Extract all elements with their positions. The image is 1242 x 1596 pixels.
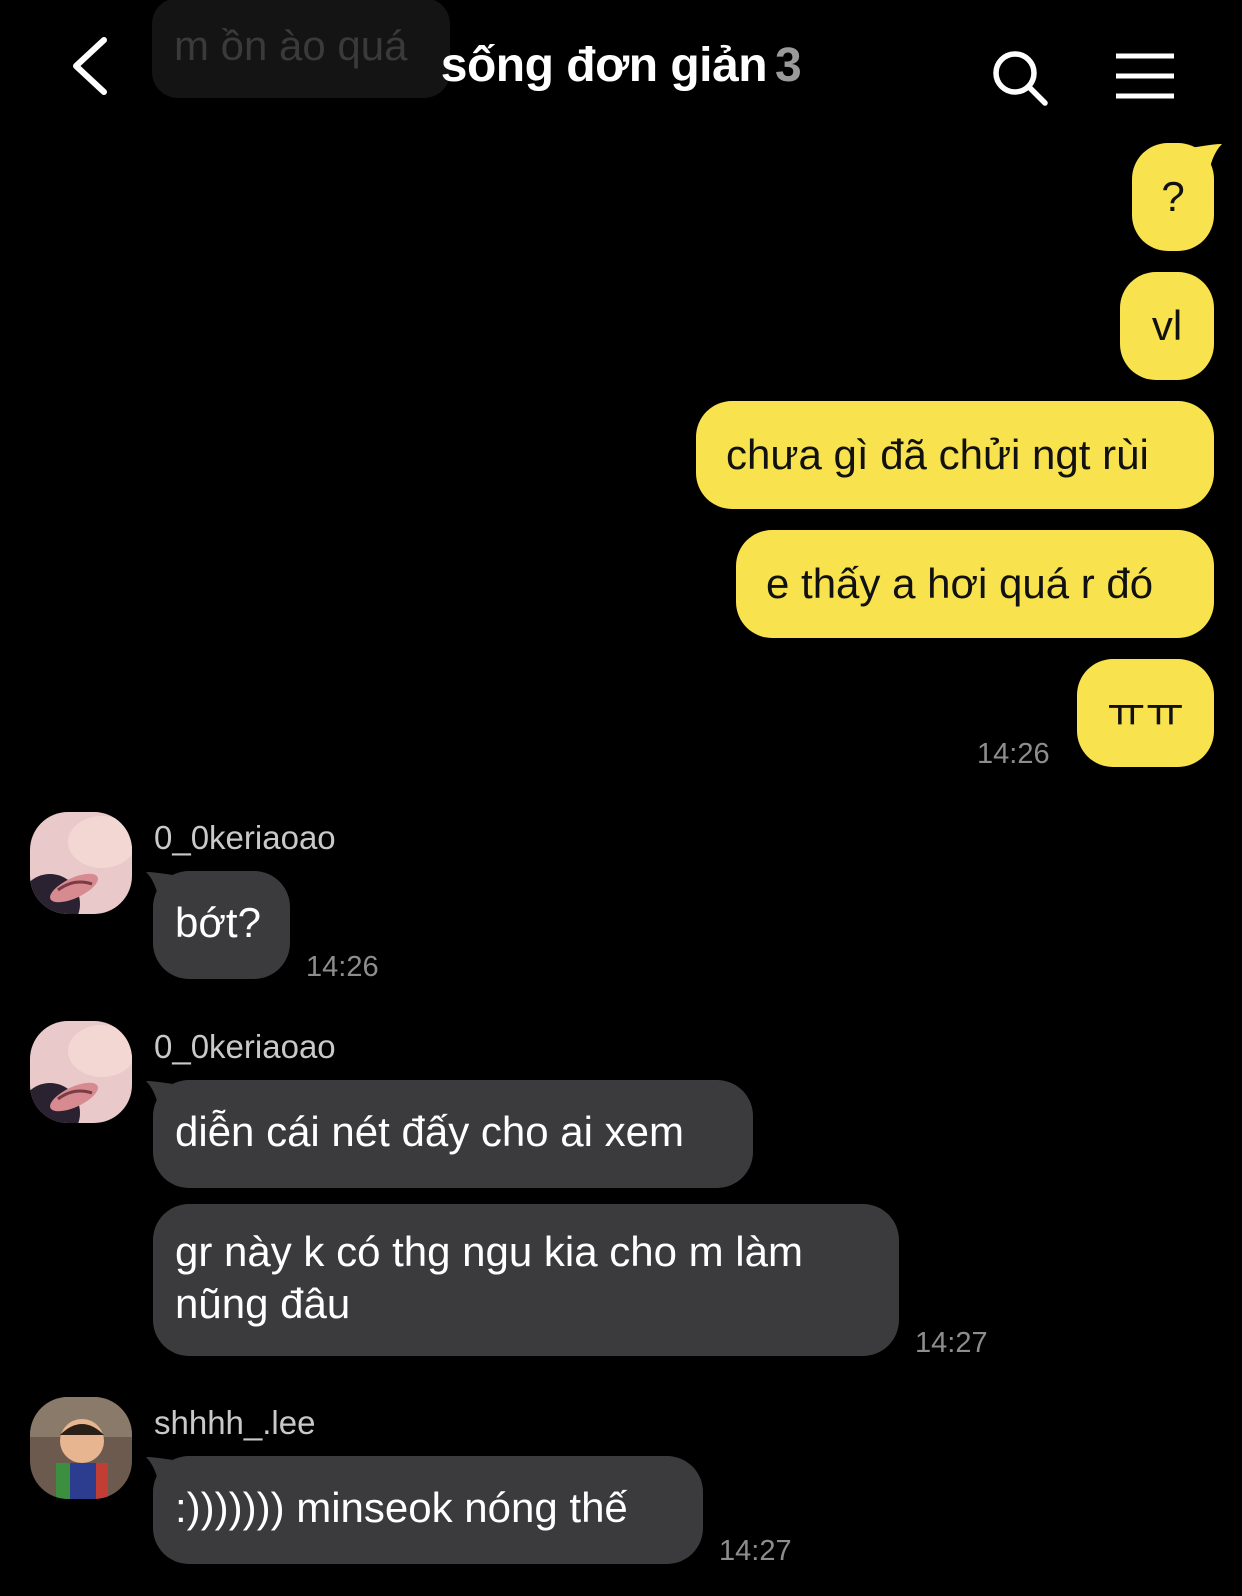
avatar-image [30, 812, 132, 914]
hamburger-menu-icon [1116, 53, 1174, 99]
my-message-bubble[interactable]: ? [1132, 143, 1214, 251]
sender-username[interactable]: shhhh_.lee [154, 1404, 315, 1442]
member-count: 3 [775, 39, 802, 92]
chat-name: sống đơn giản [440, 39, 768, 92]
sender-username[interactable]: 0_0keriaoao [154, 819, 336, 857]
avatar[interactable] [30, 1021, 132, 1123]
message-text: vl [1151, 302, 1183, 349]
search-icon [993, 51, 1048, 106]
chat-header: sống đơn giản 3 [0, 0, 1242, 140]
their-message-bubble[interactable]: diễn cái nét đấy cho ai xem [153, 1080, 753, 1188]
message-text-line: nũng đâu [175, 1280, 351, 1327]
search-button[interactable] [990, 48, 1050, 108]
message-timestamp: 14:27 [719, 1535, 792, 1567]
chat-screen: m ồn ào quá sống đơn giản 3 ? vl chưa gì… [0, 0, 1242, 1596]
message-text: diễn cái nét đấy cho ai xem [175, 1108, 684, 1155]
my-message-bubble[interactable]: chưa gì đã chửi ngt rùi [696, 401, 1214, 509]
message-text: chưa gì đã chửi ngt rùi [726, 431, 1149, 478]
my-message-bubble[interactable]: e thấy a hơi quá r đó [736, 530, 1214, 638]
avatar-image [30, 1397, 132, 1499]
message-timestamp: 14:27 [915, 1327, 988, 1359]
avatar[interactable] [30, 1397, 132, 1499]
message-text: bớt? [175, 899, 261, 946]
chat-title: sống đơn giản 3 [0, 38, 1242, 93]
message-text: ? [1161, 173, 1185, 220]
message-text: e thấy a hơi quá r đó [766, 560, 1154, 607]
my-message-bubble[interactable]: ㅠㅠ [1077, 659, 1214, 767]
their-message-bubble[interactable]: gr này k có thg ngu kia cho m làm nũng đ… [153, 1204, 899, 1356]
my-message-bubble[interactable]: vl [1120, 272, 1214, 380]
menu-button[interactable] [1114, 52, 1176, 100]
message-timestamp: 14:26 [306, 951, 379, 983]
sender-username[interactable]: 0_0keriaoao [154, 1028, 336, 1066]
avatar-image [30, 1021, 132, 1123]
message-timestamp: 14:26 [977, 738, 1050, 770]
message-text: ㅠㅠ [1106, 689, 1185, 736]
their-message-bubble[interactable]: bớt? [153, 871, 290, 979]
message-text-line: gr này k có thg ngu kia cho m làm [175, 1228, 803, 1275]
their-message-bubble[interactable]: :))))))) minseok nóng thế [153, 1456, 703, 1564]
avatar[interactable] [30, 812, 132, 914]
message-text: :))))))) minseok nóng thế [175, 1484, 628, 1531]
